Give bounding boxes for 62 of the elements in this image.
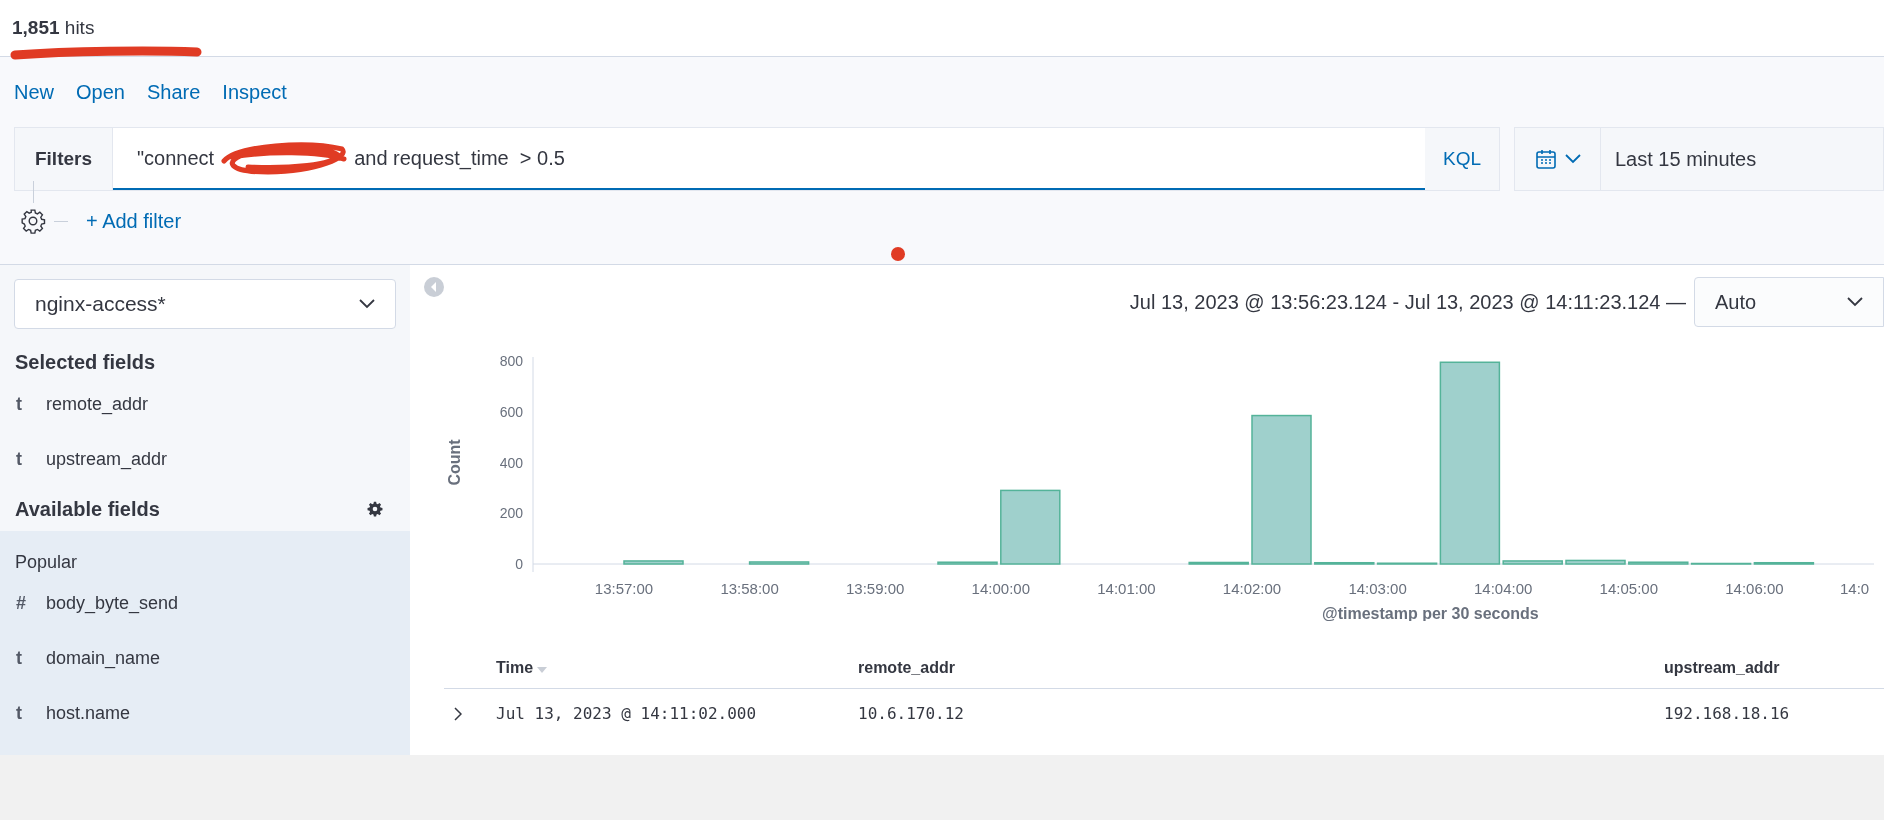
axis-tick-label: 800 [499,353,523,369]
histogram-bar [1565,559,1626,565]
section-heading: Popular [15,551,79,574]
axis-tick-label: 13:59:00 [846,580,905,597]
axis-tick-label: 14:01:00 [1097,580,1156,597]
histogram-bar [937,561,998,565]
column-header[interactable]: upstream_addr [1664,655,1780,680]
menu-link[interactable]: Share [146,77,201,107]
chevron-down-icon [1564,154,1581,164]
field-item[interactable]: t upstream_addr [0,432,410,487]
section-heading: Selected fields [15,350,157,375]
field-type-icon: t [16,446,46,473]
axis-tick-label: 14:02:00 [1222,580,1282,597]
menu-link[interactable]: New [14,77,54,107]
interval-select[interactable]: Auto [1694,277,1884,327]
table-cell-text: 192.168.18.16 [1664,703,1791,725]
axis-title: Count [446,439,463,486]
axis-tick-label: 13:57:00 [594,580,654,597]
field-item[interactable]: t host.name [0,686,410,741]
column-header[interactable]: remote_addr [858,655,955,680]
add-filter-link[interactable]: + Add filter [86,206,182,236]
kql-button[interactable]: KQL [1425,128,1499,190]
filters-label[interactable]: Filters [15,128,113,190]
time-range-text: Jul 13, 2023 @ 13:56:23.124 - Jul 13, 2023 @ 14:11:23.124 — [1129,290,1686,315]
chevron-down-icon [1847,297,1863,307]
calendar-icon [1534,148,1557,170]
axis-tick-label: 14:04:00 [1474,580,1533,597]
axis-tick-label: 14:00:00 [971,580,1030,597]
field-item[interactable]: t remote_addr [0,377,410,432]
table-cell-text: Jul 13, 2023 @ 14:11:02.000 [496,703,758,725]
field-type-icon: # [16,590,46,617]
query-text: and request_time > 0.5 [354,146,565,172]
settings-icon[interactable] [367,501,383,517]
index-pattern-select[interactable]: nginx-access* [14,279,396,329]
section-heading: Available fields [15,497,160,522]
chevron-right-icon [454,707,462,721]
column-header[interactable]: Time [496,655,534,680]
field-type-icon: t [16,645,46,672]
chevron-down-icon [359,299,375,309]
menu-link[interactable]: Inspect [222,77,287,107]
field-item[interactable]: # body_byte_send [0,576,410,631]
histogram-bar [748,561,810,565]
axis-tick-label: 13:58:00 [720,580,779,597]
axis-tick-label: 200 [499,505,523,522]
axis-tick-label: 600 [499,403,523,420]
hits-count: 1,851 hits [12,15,95,40]
table-cell-text: 10.6.170.12 [858,703,965,725]
settings-icon[interactable] [20,208,46,234]
field-type-icon: t [16,700,46,727]
axis-tick-label: 400 [499,454,523,471]
axis-tick-label: 14:0 [1840,580,1870,597]
query-field[interactable]: "connect and request_time > 0.5 [113,128,1425,190]
axis-tick-label: 0 [515,556,523,572]
histogram-bar [1188,561,1249,565]
query-text: "connect [137,146,215,171]
histogram-bar [623,560,684,565]
field-item[interactable]: t domain_name [0,631,410,686]
axis-tick-label: 14:03:00 [1348,580,1407,597]
axis-tick-label: 14:05:00 [1599,580,1658,597]
field-type-icon: t [16,391,46,418]
axis-tick-label: 14:06:00 [1725,580,1784,597]
menu-link[interactable]: Open [76,77,125,107]
